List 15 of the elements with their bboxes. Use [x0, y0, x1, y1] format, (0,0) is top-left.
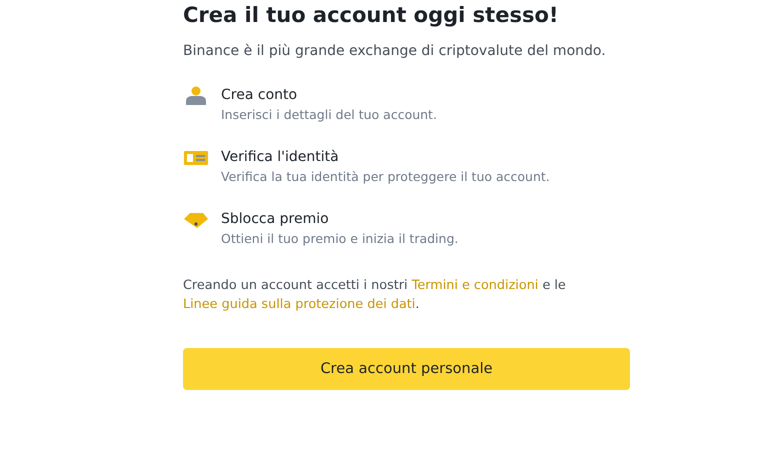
- step-title: Verifica l'identità: [221, 148, 340, 166]
- id-card-icon: [183, 148, 209, 168]
- subtitle: Binance è il più grande exchange di criptovalute del mondo.: [183, 42, 607, 61]
- step-title: Crea conto: [221, 86, 298, 104]
- legal-link[interactable]: Termini e condizioni: [412, 278, 538, 293]
- page-title: Crea il tuo account oggi stesso!: [183, 2, 560, 29]
- diamond-icon: [183, 210, 209, 230]
- step-description: Inserisci i dettagli del tuo account.: [221, 106, 437, 124]
- user-icon: [183, 86, 209, 106]
- step-title: Sblocca premio: [221, 210, 330, 228]
- step-description: Verifica la tua identità per proteggere il tuo account.: [221, 168, 550, 186]
- legal-link[interactable]: Linee guida sulla protezione dei dati: [183, 297, 416, 312]
- step-description: Ottieni il tuo premio e inizia il trading.: [221, 230, 458, 248]
- legal-notice: Creando un account accetti i nostri Termini e condizioni e le Linee guida sulla protezione dei dati.: [183, 277, 567, 314]
- create-account-button[interactable]: Crea account personale: [183, 348, 630, 390]
